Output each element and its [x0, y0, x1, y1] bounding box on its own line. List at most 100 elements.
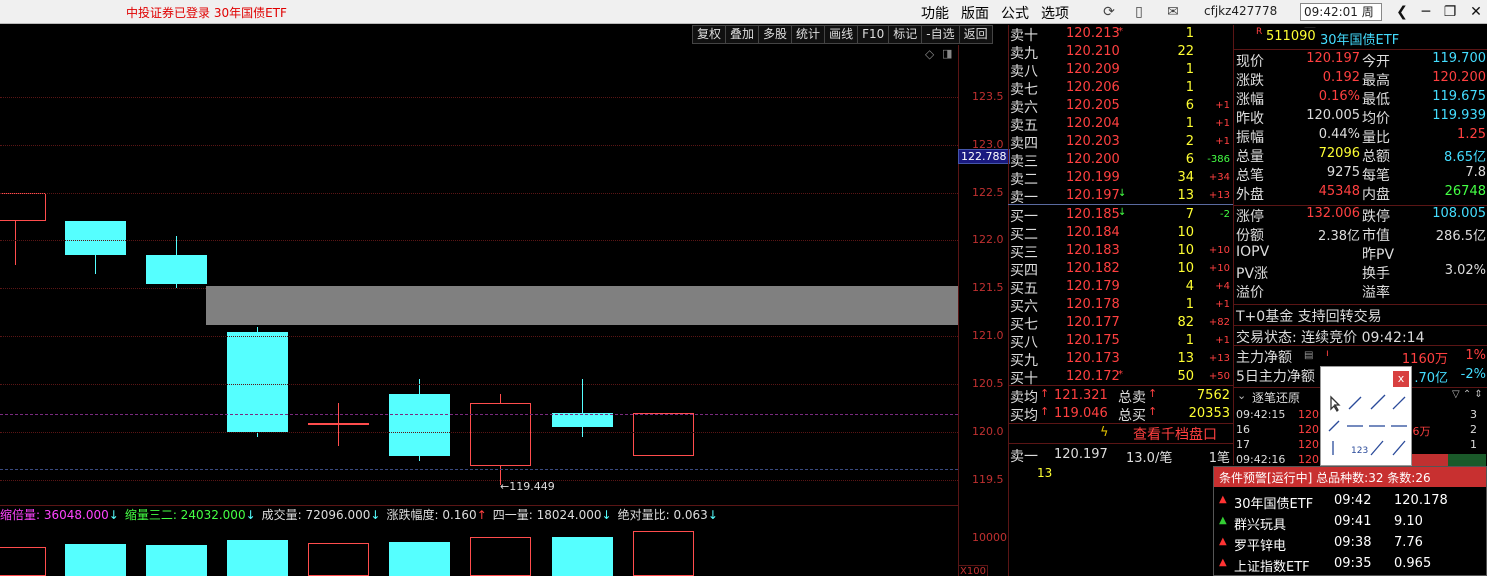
- quote-label: 总额: [1362, 149, 1390, 165]
- last-trade-label: 卖一: [1010, 449, 1038, 465]
- ask-row[interactable]: 卖六 120.205 6 +1: [1010, 97, 1232, 116]
- diamond-icon[interactable]: ◇: [925, 47, 934, 61]
- mail-icon[interactable]: ✉: [1163, 2, 1183, 22]
- price-value: 120.205: [1066, 98, 1120, 113]
- alert-item[interactable]: ▲ 罗平锌电 09:38 7.76: [1214, 533, 1486, 554]
- volume-bar: [227, 540, 288, 576]
- indicator-text: 涨跌幅度: 0.160: [386, 508, 477, 522]
- ask-row[interactable]: 卖四 120.203 2 +1: [1010, 133, 1232, 152]
- alert-item[interactable]: ▲ 群兴玩具 09:41 9.10: [1214, 512, 1486, 533]
- candle[interactable]: [633, 412, 694, 457]
- bid-row[interactable]: 买十 120.172 50 +50 *: [1010, 368, 1232, 387]
- close-popup-button[interactable]: x: [1393, 371, 1409, 387]
- candle[interactable]: [0, 192, 46, 222]
- collapse-icon[interactable]: ⌄: [1237, 389, 1246, 402]
- alert-item[interactable]: ▲ 30年国债ETF 09:42 120.178: [1214, 491, 1486, 512]
- bid-row[interactable]: 买三 120.183 10 +10: [1010, 242, 1232, 261]
- statistics-button[interactable]: 统计: [791, 25, 826, 44]
- grid-line: [0, 240, 958, 241]
- ask-level-label: 卖六: [1010, 100, 1038, 116]
- grid-line: [0, 145, 958, 146]
- restore-rights-button[interactable]: 复权: [692, 25, 727, 44]
- volume-value: 13: [1177, 188, 1194, 203]
- price-value: 120.213: [1066, 26, 1120, 41]
- minimize-icon[interactable]: ─: [1416, 2, 1436, 22]
- bid-row[interactable]: 买二 120.184 10: [1010, 224, 1232, 243]
- quote-label: 最低: [1362, 92, 1390, 108]
- kline-chart[interactable]: [0, 45, 958, 505]
- table-icon[interactable]: ▤: [1304, 350, 1313, 361]
- overlay-button[interactable]: 叠加: [725, 25, 760, 44]
- bid-row[interactable]: 买四 120.182 10 +10: [1010, 260, 1232, 279]
- sort-icon[interactable]: ▽ ⌃ ⇕: [1452, 389, 1483, 400]
- price-value: 120.209: [1066, 62, 1120, 77]
- back-icon[interactable]: ❮: [1392, 2, 1412, 22]
- volume-change: +10: [1208, 245, 1230, 256]
- candle[interactable]: [552, 412, 613, 428]
- bid-row[interactable]: 买九 120.173 13 +13: [1010, 350, 1232, 369]
- volume-value: 6: [1185, 98, 1194, 113]
- candle-wick: [338, 403, 339, 447]
- ask-row[interactable]: 卖八 120.209 1: [1010, 61, 1232, 80]
- return-button[interactable]: 返回: [958, 25, 993, 44]
- bid-row[interactable]: 买五 120.179 4 +4: [1010, 278, 1232, 297]
- candle[interactable]: [389, 393, 450, 457]
- ask-row[interactable]: 卖七 120.206 1: [1010, 79, 1232, 98]
- volume-change: +1: [1215, 100, 1230, 111]
- price-value: 120.206: [1066, 80, 1120, 95]
- candle[interactable]: [308, 422, 369, 425]
- ask-row[interactable]: 卖九 120.210 22: [1010, 43, 1232, 62]
- menu-item-options[interactable]: 选项: [1035, 0, 1075, 24]
- f10-button[interactable]: F10: [857, 25, 890, 44]
- panel-toggle-icon[interactable]: ◨: [942, 47, 952, 60]
- restore-icon[interactable]: ❐: [1440, 2, 1460, 22]
- candle[interactable]: [470, 403, 531, 466]
- menu-item-formula[interactable]: 公式: [995, 0, 1035, 24]
- total-bid-value: 20353: [1188, 406, 1230, 421]
- volume-change: +10: [1208, 263, 1230, 274]
- alert-item[interactable]: ▲ 上证指数ETF 09:35 0.965: [1214, 554, 1486, 575]
- volume-change: +50: [1208, 371, 1230, 382]
- price-value: 120.172: [1066, 369, 1120, 384]
- candle[interactable]: [146, 254, 207, 284]
- cursor-tool-icon: [1330, 395, 1341, 413]
- bid-row[interactable]: 买一 120.185 7 -2 ↓: [1010, 206, 1232, 225]
- ask-level-label: 卖九: [1010, 46, 1038, 62]
- divider: [1234, 345, 1487, 346]
- ask-row[interactable]: 卖十 120.213 1 *: [1010, 25, 1232, 44]
- bid-row[interactable]: 买六 120.178 1 +1: [1010, 296, 1232, 315]
- bid-row[interactable]: 买七 120.177 82 +82: [1010, 314, 1232, 333]
- candle[interactable]: [227, 331, 288, 433]
- deep-book-link[interactable]: 查看千档盘口: [1133, 424, 1217, 444]
- alert-name: 上证指数ETF: [1234, 560, 1310, 575]
- bid-row[interactable]: 买八 120.175 1 +1: [1010, 332, 1232, 351]
- mark-button[interactable]: 标记: [888, 25, 923, 44]
- quote-label: IOPV: [1236, 244, 1270, 260]
- price-tick: 119.5: [972, 473, 1004, 486]
- line-tool-icon: [1348, 396, 1362, 410]
- tick-time: 16: [1236, 423, 1250, 436]
- ask-row[interactable]: 卖三 120.200 6 -386: [1010, 151, 1232, 170]
- multi-stock-button[interactable]: 多股: [758, 25, 793, 44]
- grid-line: [0, 432, 958, 433]
- quote-label: 外盘: [1236, 187, 1264, 203]
- phone-icon[interactable]: ▯: [1129, 2, 1149, 22]
- ask-level-label: 卖三: [1010, 154, 1038, 170]
- stock-name: 30年国债ETF: [1320, 33, 1400, 48]
- quote-value: 120.197: [1306, 51, 1360, 66]
- quote-value: 120.005: [1306, 108, 1360, 123]
- volume-bar: [633, 531, 694, 576]
- ask-row[interactable]: 卖一 120.197 13 +13 ↓: [1010, 187, 1232, 206]
- ask-row[interactable]: 卖五 120.204 1 +1: [1010, 115, 1232, 134]
- refresh-icon[interactable]: ⟳: [1099, 2, 1119, 22]
- menu-item-function[interactable]: 功能: [915, 0, 955, 24]
- remove-watchlist-button[interactable]: -自选: [921, 25, 960, 44]
- draw-line-button[interactable]: 画线: [824, 25, 859, 44]
- ask-row[interactable]: 卖二 120.199 34 +34: [1010, 169, 1232, 188]
- close-icon[interactable]: ✕: [1466, 2, 1486, 22]
- quote-value: 0.44%: [1318, 127, 1360, 142]
- candle[interactable]: [65, 221, 126, 255]
- alert-price: 0.965: [1394, 556, 1432, 571]
- arrow-line-tool-icon: [1392, 396, 1406, 410]
- menu-item-layout[interactable]: 版面: [955, 0, 995, 24]
